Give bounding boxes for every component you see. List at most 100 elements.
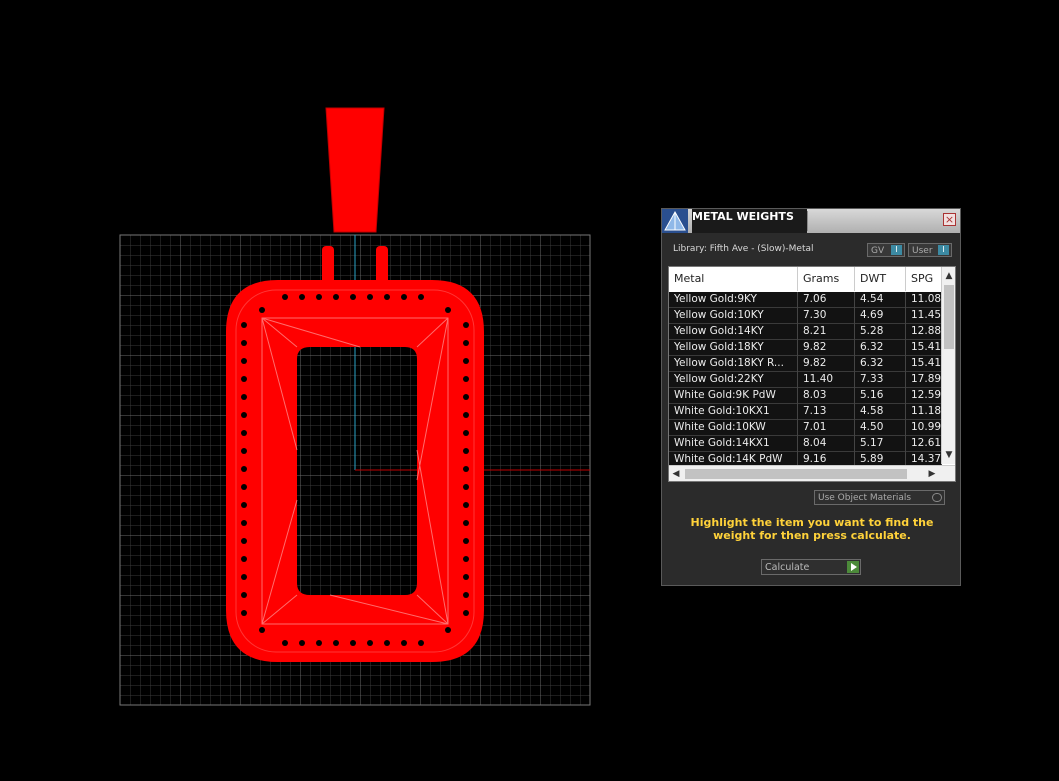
stone-dot [418,294,424,300]
grams-cell: 7.01 [798,420,855,436]
stone-dot [299,640,305,646]
grams-cell: 7.13 [798,404,855,420]
gv-toggle-label: GV [871,246,885,256]
stone-dot [445,307,451,313]
pyramid-logo-icon [662,209,688,233]
stone-dot [401,294,407,300]
dwt-cell: 6.32 [855,356,906,372]
metal-cell: White Gold:10KX1 [669,404,798,420]
stone-dot [463,376,469,382]
title-divider [807,211,808,231]
instruction-text: Highlight the item you want to find the … [690,516,934,542]
stone-dot [282,640,288,646]
dwt-cell: 5.28 [855,324,906,340]
calculate-button[interactable]: Calculate [761,559,861,575]
spg-cell: 12.88 [906,324,942,340]
grams-cell: 8.04 [798,436,855,452]
vertical-scrollbar[interactable]: ▲ ▼ [941,267,955,464]
stone-dot [350,640,356,646]
chevron-up-icon[interactable]: ▲ [942,269,955,283]
column-header-dwt[interactable]: DWT [855,267,906,291]
chevron-right-icon[interactable]: ▶ [925,466,939,481]
table-row[interactable]: Yellow Gold:18KY R... 9.82 6.32 15.41 [669,356,942,372]
metal-cell: White Gold:10KW [669,420,798,436]
column-header-metal[interactable]: Metal [669,267,798,291]
table-row[interactable]: White Gold:10KX1 7.13 4.58 11.18 [669,404,942,420]
dwt-cell: 7.33 [855,372,906,388]
stone-dot [463,556,469,562]
horizontal-scroll-thumb[interactable] [685,469,907,479]
metal-table[interactable]: Metal Grams DWT SPG Yellow Gold:9KY 7.06 4… [668,266,956,482]
table-row[interactable]: White Gold:9K PdW 8.03 5.16 12.59 [669,388,942,404]
stone-dot [241,448,247,454]
chevron-left-icon[interactable]: ◀ [669,466,683,481]
viewport-canvas[interactable] [0,0,640,781]
table-row[interactable]: White Gold:14KX1 8.04 5.17 12.61 [669,436,942,452]
stone-dot [241,520,247,526]
stone-dot [463,574,469,580]
panel-titlebar[interactable]: METAL WEIGHTS × [662,209,960,233]
radio-icon [932,493,942,502]
spg-cell: 11.45 [906,308,942,324]
vertical-scroll-thumb[interactable] [944,285,954,349]
stone-dot [463,610,469,616]
dwt-cell: 4.54 [855,292,906,308]
stone-dot [333,294,339,300]
stone-dot [241,538,247,544]
stone-dot [463,358,469,364]
table-row[interactable]: White Gold:10KW 7.01 4.50 10.99 [669,420,942,436]
library-label: Library: Fifth Ave - (Slow)-Metal [673,244,814,254]
column-header-spg[interactable]: SPG [906,267,942,291]
stone-dot [241,430,247,436]
stone-dot [463,538,469,544]
panel-title: METAL WEIGHTS [692,209,807,233]
stone-dot [241,394,247,400]
metal-cell: Yellow Gold:10KY [669,308,798,324]
stone-dot [463,340,469,346]
stone-dot [299,294,305,300]
stone-dot [350,294,356,300]
stone-dot [333,640,339,646]
stone-dot [316,640,322,646]
dwt-cell: 4.50 [855,420,906,436]
stone-dot [445,627,451,633]
table-row[interactable]: Yellow Gold:9KY 7.06 4.54 11.08 [669,292,942,308]
stone-dot [316,294,322,300]
stone-dot [282,294,288,300]
grams-cell: 8.21 [798,324,855,340]
column-header-grams[interactable]: Grams [798,267,855,291]
table-row[interactable]: Yellow Gold:22KY 11.40 7.33 17.89 [669,372,942,388]
grams-cell: 7.06 [798,292,855,308]
user-toggle-label: User [912,246,933,256]
chevron-down-icon[interactable]: ▼ [942,448,955,462]
stone-dot [241,322,247,328]
dwt-cell: 4.69 [855,308,906,324]
use-object-materials-toggle[interactable]: Use Object Materials [814,490,945,505]
stone-dot [241,376,247,382]
calculate-label: Calculate [765,562,810,573]
user-toggle[interactable]: User I [908,243,952,257]
table-row[interactable]: Yellow Gold:10KY 7.30 4.69 11.45 [669,308,942,324]
stone-dot [241,574,247,580]
dwt-cell: 5.16 [855,388,906,404]
3d-viewport[interactable] [0,0,640,781]
stone-dot [463,520,469,526]
stone-dot [463,412,469,418]
dwt-cell: 5.17 [855,436,906,452]
stone-dot [384,640,390,646]
gv-toggle[interactable]: GV I [867,243,905,257]
table-row[interactable]: Yellow Gold:18KY 9.82 6.32 15.41 [669,340,942,356]
horizontal-scrollbar[interactable]: ◀ ▶ [669,465,955,481]
spg-cell: 17.89 [906,372,942,388]
stone-dot [259,627,265,633]
close-icon[interactable]: × [943,213,956,226]
stone-dot [384,294,390,300]
stone-dot [463,448,469,454]
stone-dot [241,412,247,418]
stone-dot [259,307,265,313]
stone-dot [241,340,247,346]
stone-dot [241,466,247,472]
table-row[interactable]: Yellow Gold:14KY 8.21 5.28 12.88 [669,324,942,340]
metal-cell: Yellow Gold:9KY [669,292,798,308]
stone-dot [463,502,469,508]
